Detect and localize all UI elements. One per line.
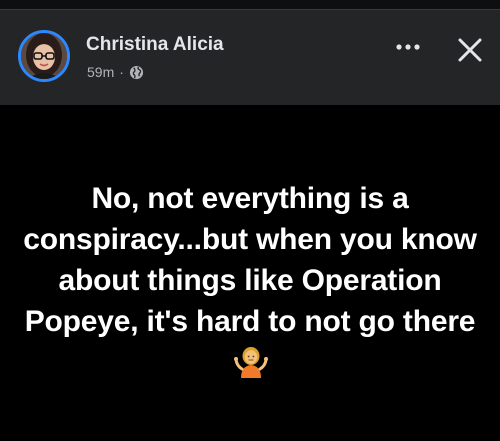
meta-separator: · [119, 64, 124, 80]
more-options-button[interactable] [388, 32, 428, 62]
globe-icon [129, 65, 144, 80]
author-name[interactable]: Christina Alicia [86, 34, 224, 56]
post-timestamp[interactable]: 59m [87, 64, 114, 80]
avatar-image [21, 33, 67, 79]
avatar[interactable] [18, 30, 70, 82]
post-text-container: No, not everything is a conspiracy...but… [18, 178, 482, 383]
top-divider [0, 0, 500, 10]
post-body: No, not everything is a conspiracy...but… [0, 105, 500, 441]
person-shrugging-emoji-icon [233, 344, 268, 378]
close-button[interactable] [452, 32, 488, 68]
more-options-icon [396, 44, 420, 50]
post-viewer: Christina Alicia 59m · No, not everythin… [0, 0, 500, 441]
post-header: Christina Alicia 59m · [0, 10, 500, 105]
post-meta: 59m · [87, 64, 144, 80]
close-icon [458, 38, 482, 62]
post-text: No, not everything is a conspiracy...but… [23, 182, 477, 338]
